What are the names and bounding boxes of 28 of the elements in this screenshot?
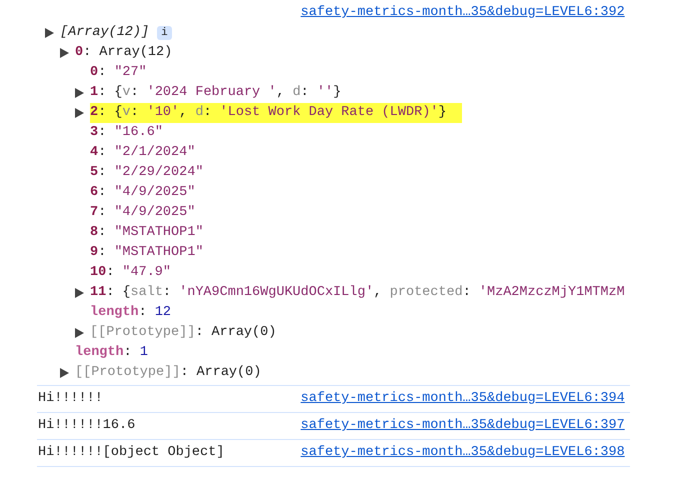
property-line: 7: "4/9/2025": [90, 204, 196, 222]
property-line: 10: "47.9": [90, 264, 172, 282]
property-line: 8: "MSTATHOP1": [90, 224, 204, 242]
property-line: 9: "MSTATHOP1": [90, 244, 204, 262]
property-line: 1: {v: '2024 February ', d: ''}: [90, 84, 342, 102]
property-line: length: 1: [75, 344, 148, 362]
info-badge[interactable]: i: [157, 26, 172, 40]
log-message: Hi!!!!!![object Object]: [38, 444, 224, 462]
source-link[interactable]: safety-metrics-month…35&debug=LEVEL6:392: [300, 3, 625, 23]
expand-triangle-icon[interactable]: [60, 368, 69, 378]
source-link[interactable]: safety-metrics-month…35&debug=LEVEL6:394: [300, 389, 625, 409]
property-line: [Array(12)]: [60, 24, 150, 42]
property-line: [[Prototype]]: Array(0): [75, 364, 262, 382]
property-line: 6: "4/9/2025": [90, 184, 196, 202]
expand-triangle-icon[interactable]: [75, 328, 84, 338]
property-line: 3: "16.6": [90, 124, 163, 142]
property-line: [[Prototype]]: Array(0): [90, 324, 276, 342]
log-message: Hi!!!!!!16.6: [38, 417, 136, 435]
property-line: 4: "2/1/2024": [90, 144, 196, 162]
property-line: 5: "2/29/2024": [90, 164, 204, 182]
log-message: Hi!!!!!!: [38, 390, 103, 408]
expand-triangle-icon[interactable]: [75, 288, 84, 298]
property-line: 11: {salt: 'nYA9Cmn16WgUKUdOCxILlg', protected: 'MzA2MzczMjY1MTMzM: [90, 284, 625, 302]
property-line: 0: Array(12): [75, 44, 172, 62]
source-link[interactable]: safety-metrics-month…35&debug=LEVEL6:398: [300, 443, 625, 463]
property-line: length: 12: [90, 304, 172, 322]
property-line: 0: "27": [90, 64, 147, 82]
source-link[interactable]: safety-metrics-month…35&debug=LEVEL6:397: [300, 416, 625, 436]
